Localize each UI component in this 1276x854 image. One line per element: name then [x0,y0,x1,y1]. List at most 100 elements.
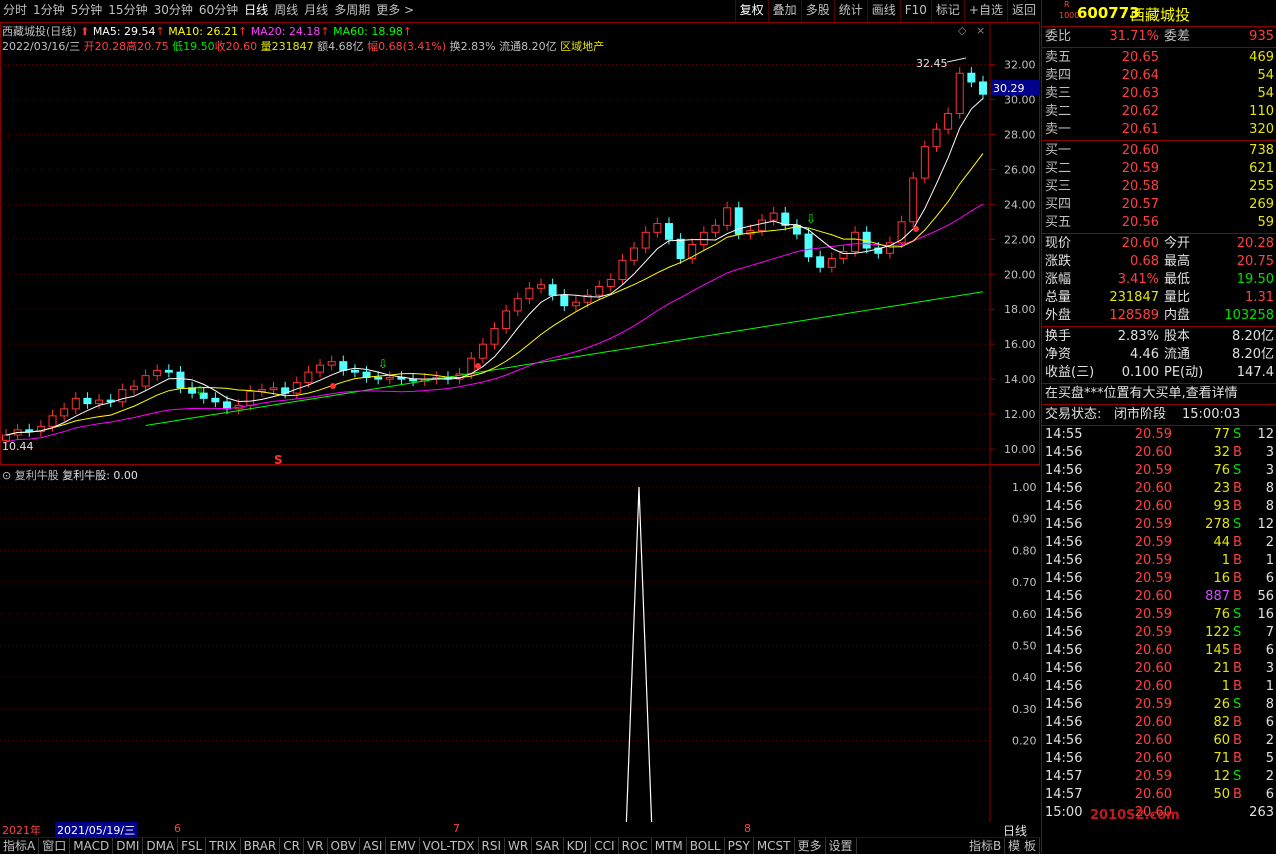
tick-direction: B [1233,733,1242,748]
tick-list[interactable]: 14:55 20.59 77 S 12 14:56 20.60 32 B 3 14:56 20.59 7… [1042,426,1276,822]
indicator-tab-23[interactable]: MCST [754,838,795,854]
toolbar-button-4[interactable]: 画线 [866,0,900,22]
candle-body [60,408,69,417]
period-tab-4[interactable]: 30分钟 [151,0,196,21]
period-tab-3[interactable]: 15分钟 [105,0,150,21]
indicator-tab-4[interactable]: DMA [143,838,179,854]
order-row[interactable]: 买三 20.58 255 [1042,178,1276,196]
indicator-tab-9[interactable]: VR [304,838,328,854]
indicator-tab-17[interactable]: KDJ [564,838,592,854]
date-axis-month: 6 [174,822,181,835]
diamond-icon[interactable]: ◇ [958,24,966,37]
toolbar-button-8[interactable]: 返回 [1006,0,1040,22]
order-level-label: 卖一 [1045,122,1072,137]
period-tab-1[interactable]: 1分钟 [30,0,68,21]
indicator-tab-0[interactable]: 指标A [0,838,40,854]
order-row[interactable]: 买二 20.59 621 [1042,160,1276,178]
buy-signal-dot [330,383,336,389]
indicator-tab-8[interactable]: CR [280,838,304,854]
order-row[interactable]: 买四 20.57 269 [1042,196,1276,214]
big-order-notice[interactable]: 在买盘***位置有大买单,查看详情 [1042,384,1276,405]
indicator-tab-21[interactable]: BOLL [687,838,725,854]
order-row[interactable]: 卖五 20.65 469 [1042,49,1276,67]
status-time: 15:00:03 [1182,407,1241,422]
indicator-tab-11[interactable]: ASI [360,838,387,854]
indicator-collapse-icon[interactable]: ⊙ [2,469,11,482]
template-tab-0[interactable]: 指标B [966,838,1006,854]
candle-body [909,177,918,223]
indicator-tab-12[interactable]: EMV [386,838,420,854]
wei-bi-row: 委比 31.71% 委差 935 [1042,27,1276,48]
tick-volume: 76 [1213,463,1230,478]
order-row[interactable]: 卖三 20.63 54 [1042,85,1276,103]
tick-volume: 50 [1213,787,1230,802]
tick-time: 14:56 [1045,733,1083,748]
indicator-tab-1[interactable]: 窗口 [39,838,71,854]
toolbar-button-2[interactable]: 多股 [800,0,834,22]
indicator-tab-24[interactable]: 更多 [795,838,826,854]
toolbar-button-0[interactable]: 复权 [734,0,768,22]
toolbar-button-5[interactable]: F10 [899,0,931,22]
order-row[interactable]: 买五 20.56 59 [1042,214,1276,232]
order-row[interactable]: 卖二 20.62 110 [1042,103,1276,121]
quote-v1: 0.68 [1130,254,1159,269]
candle-body [571,301,580,307]
candle-body [641,231,650,249]
indicator-tab-10[interactable]: OBV [328,838,361,854]
tick-price: 20.59 [1134,535,1172,550]
price-tick-label: 22.00 [1004,233,1036,246]
date-axis-year: 2021年 [2,824,41,837]
tick-time: 14:55 [1045,427,1083,442]
indicator-tab-14[interactable]: RSI [479,838,506,854]
toolbar-button-1[interactable]: 叠加 [767,0,801,22]
order-row[interactable]: 卖一 20.61 320 [1042,121,1276,139]
candle-body [129,385,138,391]
indicator-tab-3[interactable]: DMI [113,838,144,854]
indicator-tab-6[interactable]: TRIX [206,838,241,854]
period-tab-8[interactable]: 月线 [301,0,331,21]
indicator-tab-19[interactable]: ROC [619,838,652,854]
down-arrow-icon: ⇩ [378,357,388,371]
indicator-tab-2[interactable]: MACD [70,838,114,854]
trade-status: 交易状态: 闭市阶段 15:00:03 [1042,405,1276,426]
tick-price: 20.60 [1134,751,1172,766]
period-tab-7[interactable]: 周线 [271,0,301,21]
toolbar-button-6[interactable]: 标记 [930,0,964,22]
candle-body [95,399,104,405]
order-row[interactable]: 买一 20.60 738 [1042,142,1276,160]
order-volume: 54 [1257,86,1274,101]
price-tick-label: 14.00 [1004,373,1036,386]
notice-text[interactable]: 在买盘***位置有大买单,查看详情 [1045,384,1238,404]
tick-direction: S [1233,427,1242,442]
indicator-tab-25[interactable]: 设置 [826,838,857,854]
period-tab-0[interactable]: 分时 [0,0,30,21]
tick-row: 14:56 20.59 76 S 3 [1042,462,1276,480]
indicator-tab-5[interactable]: FSL [178,838,207,854]
candle-body [502,310,511,329]
close-icon[interactable]: × [976,24,985,37]
period-tab-5[interactable]: 60分钟 [196,0,241,21]
tick-volume: 71 [1213,751,1230,766]
period-tab-10[interactable]: 更多 > [373,0,417,21]
current-price-tag: 30.29 [993,82,1025,95]
indicator-tab-16[interactable]: SAR [532,838,564,854]
candle-body [339,361,348,371]
kline-chart[interactable]: 32.00 30.00 28.00 26.00 24.00 22.00 20.00 18.00… [0,22,1040,822]
indicator-tab-7[interactable]: BRAR [241,838,281,854]
toolbar-button-7[interactable]: +自选 [963,0,1007,22]
tick-row: 14:57 20.59 12 S 2 [1042,768,1276,786]
indicator-tab-18[interactable]: CCI [591,838,619,854]
indicator-title[interactable]: 复利牛股 [15,469,59,482]
tick-time: 14:56 [1045,715,1083,730]
indicator-tab-15[interactable]: WR [505,838,533,854]
period-tab-6[interactable]: 日线 [241,0,271,21]
indicator-tab-20[interactable]: MTM [652,838,687,854]
period-tab-2[interactable]: 5分钟 [68,0,106,21]
template-tab-1[interactable]: 模 板 [1005,838,1040,854]
toolbar-button-3[interactable]: 统计 [833,0,867,22]
indicator-tab-22[interactable]: PSY [725,838,754,854]
order-volume: 59 [1257,215,1274,230]
indicator-tab-13[interactable]: VOL-TDX [420,838,479,854]
period-tab-9[interactable]: 多周期 [331,0,373,21]
order-row[interactable]: 卖四 20.64 54 [1042,67,1276,85]
